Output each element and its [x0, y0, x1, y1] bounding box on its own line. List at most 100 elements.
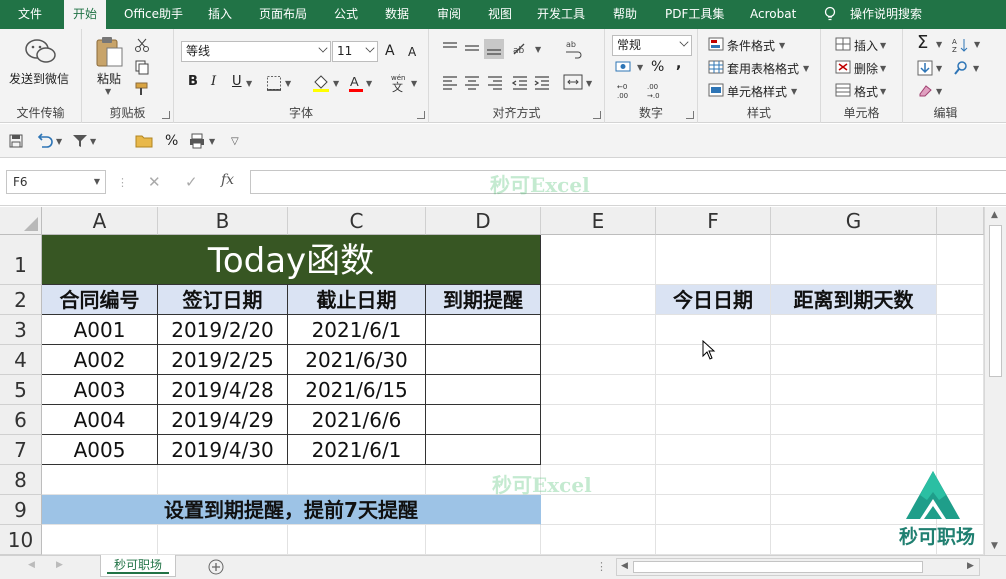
decrease-indent-icon[interactable]	[511, 75, 529, 91]
row-header-2[interactable]: 2	[0, 285, 42, 315]
name-box[interactable]: F6 ▼	[6, 170, 106, 194]
table-cell[interactable]: 2019/2/25	[158, 345, 288, 375]
chevron-down-icon[interactable]: ▼	[333, 79, 339, 88]
table-cell[interactable]: A003	[42, 375, 158, 405]
format-cells-button[interactable]: 格式	[854, 83, 878, 100]
scroll-down-icon[interactable]: ▼	[991, 541, 998, 551]
insert-cells-button[interactable]: 插入	[854, 37, 878, 54]
chevron-down-icon[interactable]: ▼	[586, 79, 592, 88]
find-select-icon[interactable]	[953, 60, 969, 76]
chevron-down-icon[interactable]: ▼	[936, 87, 942, 96]
table-cell[interactable]: 2021/6/1	[288, 315, 426, 345]
chevron-down-icon[interactable]: ▼	[535, 45, 541, 54]
cell-g3[interactable]	[771, 315, 937, 345]
chevron-down-icon[interactable]: ▼	[246, 79, 252, 88]
scrollbar-thumb[interactable]	[989, 225, 1002, 377]
delete-cells-icon[interactable]	[835, 60, 851, 74]
insert-cells-icon[interactable]	[835, 37, 851, 51]
cell-a8[interactable]	[42, 465, 158, 495]
cell-e5[interactable]	[541, 375, 656, 405]
align-center-icon[interactable]	[463, 75, 481, 91]
cell-f9[interactable]	[656, 495, 771, 525]
table-cell[interactable]	[426, 315, 541, 345]
select-all-button[interactable]	[0, 207, 42, 235]
cell-h3[interactable]	[937, 315, 984, 345]
format-painter-icon[interactable]	[134, 81, 150, 97]
enter-icon[interactable]: ✓	[185, 173, 198, 191]
cell-g7[interactable]	[771, 435, 937, 465]
decrease-decimal-icon[interactable]: .00→.0	[645, 81, 667, 99]
tab-insert[interactable]: 插入	[204, 0, 236, 29]
cell-f8[interactable]	[656, 465, 771, 495]
cell-e6[interactable]	[541, 405, 656, 435]
accounting-format-icon[interactable]	[615, 59, 635, 75]
align-top-icon[interactable]	[441, 41, 459, 57]
number-format-select[interactable]: 常规	[612, 35, 692, 56]
chevron-down-icon[interactable]: ▼	[105, 87, 111, 96]
fill-icon[interactable]	[917, 60, 933, 76]
font-color-icon[interactable]: A	[348, 73, 364, 93]
row-header-5[interactable]: 5	[0, 375, 42, 405]
cell-g4[interactable]	[771, 345, 937, 375]
chevron-down-icon[interactable]: ▼	[880, 64, 886, 73]
table-cell[interactable]: A001	[42, 315, 158, 345]
row-header-7[interactable]: 7	[0, 435, 42, 465]
cell-e1[interactable]	[541, 235, 656, 285]
chevron-down-icon[interactable]: ▼	[366, 79, 372, 88]
font-name-select[interactable]: 等线	[181, 41, 331, 62]
tab-pdf-tools[interactable]: PDF工具集	[661, 0, 728, 29]
send-to-wechat-button[interactable]: 发送到微信	[9, 70, 69, 87]
orientation-icon[interactable]: ab	[511, 41, 533, 57]
align-right-icon[interactable]	[486, 75, 504, 91]
table-cell[interactable]: 2021/6/1	[288, 435, 426, 465]
header-reminder[interactable]: 到期提醒	[426, 285, 541, 315]
chevron-down-icon[interactable]: ▼	[209, 137, 215, 146]
cell-f10[interactable]	[656, 525, 771, 555]
cell-g1[interactable]	[771, 235, 937, 285]
cell-c8[interactable]	[288, 465, 426, 495]
cancel-icon[interactable]: ✕	[148, 173, 161, 191]
chevron-down-icon[interactable]: ▼	[791, 87, 797, 96]
delete-cells-button[interactable]: 删除	[854, 60, 878, 77]
chevron-down-icon[interactable]: ▼	[936, 40, 942, 49]
chevron-down-icon[interactable]: ▼	[880, 87, 886, 96]
tab-formulas[interactable]: 公式	[330, 0, 362, 29]
table-cell[interactable]: A005	[42, 435, 158, 465]
column-header-g[interactable]: G	[771, 207, 937, 235]
vertical-scrollbar[interactable]: ▲ ▼	[984, 207, 1006, 555]
tab-help[interactable]: 帮助	[609, 0, 641, 29]
header-end-date[interactable]: 截止日期	[288, 285, 426, 315]
worksheet-grid[interactable]: A B C D E F G 1 2 3 4 5 6 7 8 9 10 Today…	[0, 207, 984, 555]
table-cell[interactable]: 2019/4/30	[158, 435, 288, 465]
wrap-text-icon[interactable]: ab	[564, 39, 584, 59]
bold-button[interactable]: B	[188, 74, 198, 89]
column-header-e[interactable]: E	[541, 207, 656, 235]
prev-sheet-icon[interactable]: ◀	[28, 560, 35, 570]
conditional-format-button[interactable]: 条件格式	[727, 37, 775, 54]
scroll-right-icon[interactable]: ▶	[967, 561, 974, 571]
format-cells-icon[interactable]	[835, 83, 851, 97]
insert-function-button[interactable]: fx	[221, 172, 234, 188]
scroll-up-icon[interactable]: ▲	[991, 210, 998, 220]
row-header-9[interactable]: 9	[0, 495, 42, 525]
dialog-launcher-icon[interactable]	[686, 111, 694, 119]
print-preview-icon[interactable]	[189, 133, 207, 149]
cell-d10[interactable]	[426, 525, 541, 555]
chevron-down-icon[interactable]: ▼	[779, 41, 785, 50]
tell-me-search[interactable]: 操作说明搜索	[846, 0, 926, 29]
tab-data[interactable]: 数据	[381, 0, 413, 29]
column-header-h[interactable]	[937, 207, 984, 235]
underline-button[interactable]: U	[232, 74, 242, 89]
align-left-icon[interactable]	[441, 75, 459, 91]
format-as-table-button[interactable]: 套用表格格式	[727, 60, 799, 77]
chevron-down-icon[interactable]: ▼	[936, 64, 942, 73]
merge-center-icon[interactable]	[563, 73, 583, 91]
copy-icon[interactable]	[134, 59, 150, 75]
cell-e10[interactable]	[541, 525, 656, 555]
cell-e4[interactable]	[541, 345, 656, 375]
cell-f5[interactable]	[656, 375, 771, 405]
tab-home[interactable]: 开始	[64, 0, 106, 30]
wechat-icon[interactable]	[24, 37, 58, 67]
cell-styles-icon[interactable]	[708, 83, 724, 97]
cell-h4[interactable]	[937, 345, 984, 375]
